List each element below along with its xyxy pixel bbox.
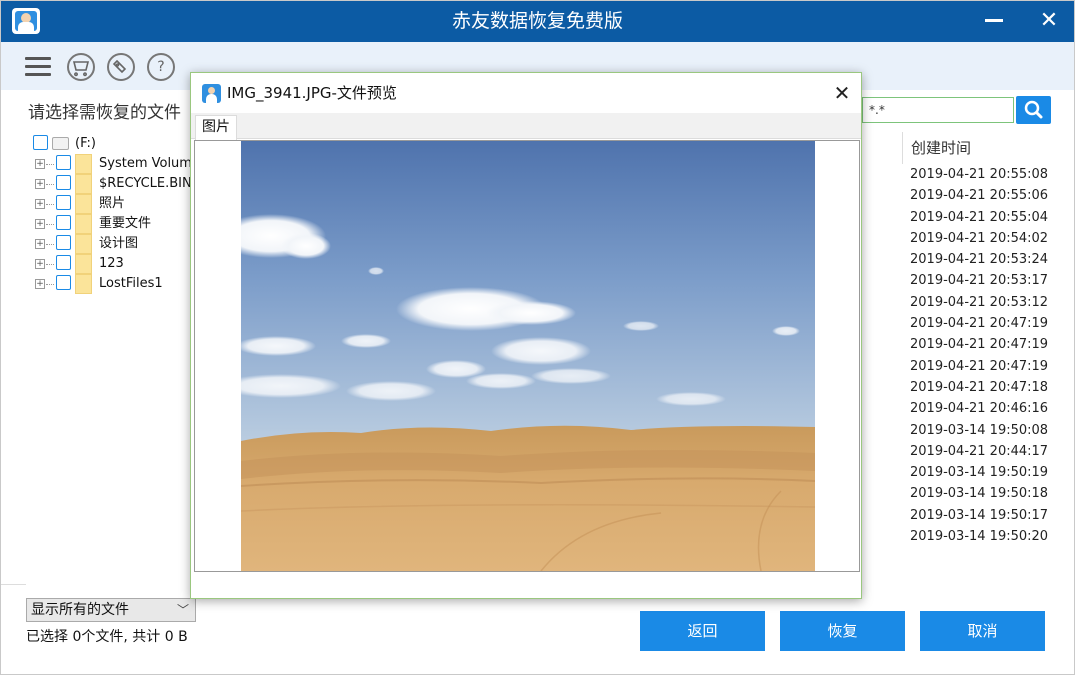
list-item[interactable]: 2019-04-21 20:53:17 [910, 270, 1048, 291]
expand-icon[interactable]: + [35, 279, 45, 289]
list-item[interactable]: 2019-04-21 20:47:18 [910, 377, 1048, 398]
expand-icon[interactable]: + [35, 199, 45, 209]
node-checkbox[interactable] [56, 275, 71, 290]
expand-icon[interactable]: + [35, 179, 45, 189]
expand-icon[interactable]: + [35, 239, 45, 249]
list-item[interactable]: 2019-04-21 20:53:12 [910, 292, 1048, 313]
search-input[interactable] [862, 97, 1014, 123]
cancel-button[interactable]: 取消 [920, 611, 1045, 651]
tree-node[interactable]: + $RECYCLE.BIN [0, 174, 192, 194]
tree-root-label: (F:) [75, 136, 96, 151]
list-item[interactable]: 2019-03-14 19:50:19 [910, 462, 1048, 483]
list-item[interactable]: 2019-03-14 19:50:17 [910, 505, 1048, 526]
close-icon[interactable]: ✕ [831, 81, 853, 105]
dialog-app-icon [202, 84, 221, 103]
tree-node[interactable]: + 重要文件 [0, 214, 192, 234]
dialog-tabs: 图片 [191, 113, 861, 140]
selection-status: 已选择 0个文件, 共计 0 B [26, 629, 188, 645]
node-checkbox[interactable] [56, 175, 71, 190]
cart-icon[interactable] [67, 53, 95, 81]
tree-root[interactable]: (F:) [0, 134, 192, 154]
node-checkbox[interactable] [56, 195, 71, 210]
tree-node-label: 照片 [99, 196, 126, 211]
tree-node-label: LostFiles1 [99, 276, 163, 291]
expand-icon[interactable]: + [35, 219, 45, 229]
folder-icon [75, 174, 92, 194]
divider [0, 584, 26, 585]
tree-node-label: 设计图 [99, 236, 139, 251]
folder-icon [75, 274, 92, 294]
back-button[interactable]: 返回 [640, 611, 765, 651]
node-checkbox[interactable] [56, 215, 71, 230]
tree-node[interactable]: + 照片 [0, 194, 192, 214]
dialog-title-bar[interactable]: IMG_3941.JPG-文件预览 ✕ [191, 73, 861, 113]
tree-node-label: 重要文件 [99, 216, 152, 231]
list-item[interactable]: 2019-04-21 20:47:19 [910, 334, 1048, 355]
list-item[interactable]: 2019-04-21 20:44:17 [910, 441, 1048, 462]
tree-node[interactable]: + System Volume [0, 154, 200, 174]
preview-image [241, 141, 815, 571]
dialog-title: IMG_3941.JPG-文件预览 [227, 84, 397, 102]
close-window-button[interactable]: ✕ [1036, 6, 1062, 36]
filter-value: 显示所有的文件 [31, 602, 129, 618]
tag-icon[interactable] [107, 53, 135, 81]
list-item[interactable]: 2019-04-21 20:55:04 [910, 207, 1048, 228]
list-item[interactable]: 2019-04-21 20:53:24 [910, 249, 1048, 270]
folder-icon [75, 234, 92, 254]
tab-image[interactable]: 图片 [195, 115, 237, 140]
time-list: 2019-04-21 20:55:08 2019-04-21 20:55:06 … [910, 164, 1048, 547]
list-item[interactable]: 2019-04-21 20:47:19 [910, 356, 1048, 377]
help-icon[interactable]: ? [147, 53, 175, 81]
node-checkbox[interactable] [56, 235, 71, 250]
folder-icon [75, 194, 92, 214]
node-checkbox[interactable] [56, 255, 71, 270]
app-title: 赤友数据恢复免费版 [451, 10, 623, 32]
search-icon [1024, 100, 1043, 119]
chevron-down-icon: ﹀ [176, 603, 189, 617]
list-item[interactable]: 2019-04-21 20:46:16 [910, 398, 1048, 419]
column-header-created-time[interactable]: 创建时间 [902, 132, 1068, 164]
folder-icon [75, 154, 92, 174]
list-item[interactable]: 2019-03-14 19:50:08 [910, 420, 1048, 441]
folder-icon [75, 254, 92, 274]
select-prompt: 请选择需恢复的文件 [28, 103, 181, 123]
tree-node-label: System Volume [99, 156, 200, 171]
tree-node-label: 123 [99, 256, 124, 271]
tree-node[interactable]: + LostFiles1 [0, 274, 192, 294]
preview-frame [194, 140, 860, 572]
recover-button[interactable]: 恢复 [780, 611, 905, 651]
list-item[interactable]: 2019-03-14 19:50:18 [910, 483, 1048, 504]
list-item[interactable]: 2019-04-21 20:47:19 [910, 313, 1048, 334]
list-item[interactable]: 2019-04-21 20:55:06 [910, 185, 1048, 206]
menu-icon[interactable] [25, 57, 51, 77]
node-checkbox[interactable] [56, 155, 71, 170]
title-bar: 赤友数据恢复免费版 ✕ [0, 0, 1075, 42]
tree-node[interactable]: + 设计图 [0, 234, 192, 254]
folder-icon [75, 214, 92, 234]
expand-icon[interactable]: + [35, 159, 45, 169]
search-button[interactable] [1016, 96, 1051, 124]
drive-icon [52, 137, 69, 150]
list-item[interactable]: 2019-04-21 20:55:08 [910, 164, 1048, 185]
minimize-button[interactable] [985, 19, 1003, 22]
tree-node-label: $RECYCLE.BIN [99, 176, 192, 191]
file-filter-select[interactable]: 显示所有的文件 ﹀ [26, 598, 196, 622]
list-item[interactable]: 2019-04-21 20:54:02 [910, 228, 1048, 249]
list-item[interactable]: 2019-03-14 19:50:20 [910, 526, 1048, 547]
root-checkbox[interactable] [33, 135, 48, 150]
tree-node[interactable]: + 123 [0, 254, 192, 274]
expand-icon[interactable]: + [35, 259, 45, 269]
preview-dialog: IMG_3941.JPG-文件预览 ✕ 图片 [190, 72, 862, 599]
